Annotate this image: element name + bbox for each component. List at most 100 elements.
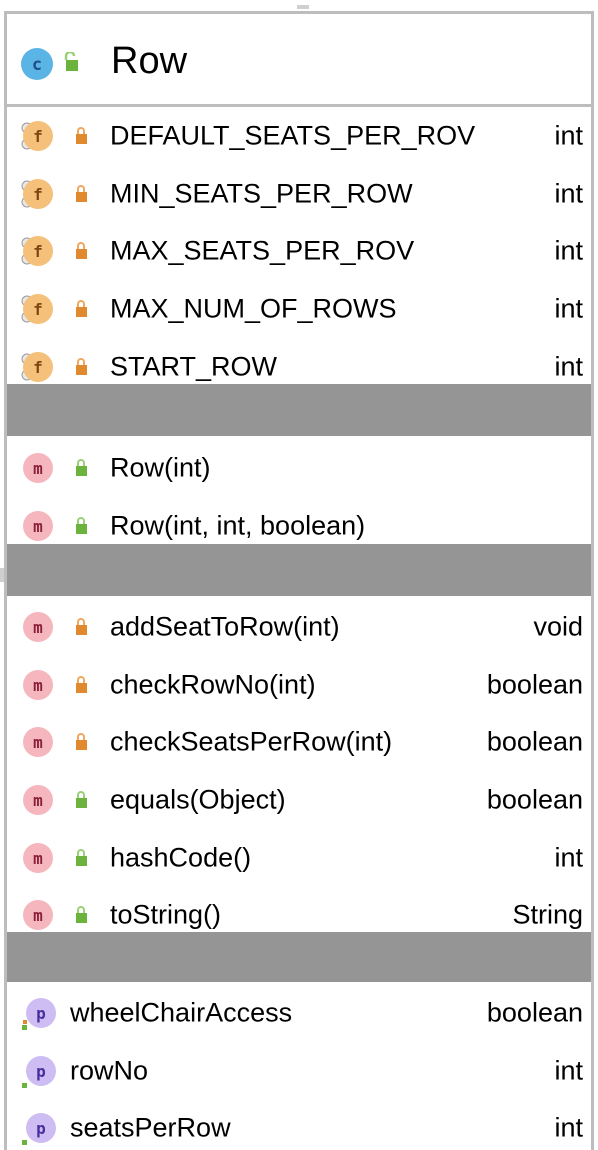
public-visibility-icon — [74, 516, 88, 535]
svg-text:f: f — [33, 242, 43, 261]
private-visibility-icon — [74, 357, 88, 376]
method-icon: m — [18, 509, 54, 543]
svg-text:p: p — [36, 1004, 46, 1023]
public-visibility-icon — [74, 790, 88, 809]
method-icon: m — [18, 783, 54, 817]
private-visibility-icon — [74, 733, 88, 751]
propertie-row[interactable]: p wheelChairAccess boolean — [7, 984, 591, 1042]
svg-text:m: m — [33, 849, 43, 868]
member-type: void — [529, 611, 583, 643]
svg-text:c: c — [32, 55, 42, 75]
member-name: wheelChairAccess — [70, 997, 293, 1028]
method-row[interactable]: m checkSeatsPerRow(int) boolean — [7, 713, 591, 771]
properties-section: p wheelChairAccess boolean p rowNo int p seatsP… — [7, 984, 591, 1150]
svg-text:m: m — [33, 517, 43, 536]
svg-text:m: m — [33, 459, 43, 478]
resize-handle-top[interactable] — [297, 5, 309, 9]
section-separator — [7, 384, 591, 436]
member-type: boolean — [482, 784, 583, 816]
property-icon: p — [21, 1111, 57, 1146]
member-name: checkRowNo(int) — [110, 669, 316, 700]
member-type: int — [550, 293, 583, 325]
member-type: int — [550, 178, 583, 210]
method-icon: m — [18, 725, 54, 759]
member-type: int — [550, 842, 583, 874]
svg-text:p: p — [36, 1119, 46, 1138]
uml-class-box[interactable]: c Row f DEFAULT_SEATS_PER_ROV int f MIN_SEAT… — [4, 11, 594, 1150]
field-row[interactable]: f DEFAULT_SEATS_PER_ROV int — [7, 107, 591, 165]
svg-text:f: f — [33, 358, 43, 377]
field-row[interactable]: f MAX_NUM_OF_ROWS int — [7, 280, 591, 338]
class-icon: c — [20, 47, 54, 86]
member-type: int — [550, 120, 583, 152]
private-visibility-icon — [74, 184, 88, 203]
svg-text:m: m — [33, 906, 43, 925]
member-name: DEFAULT_SEATS_PER_ROV — [110, 120, 476, 151]
private-visibility-icon — [74, 126, 88, 145]
method-icon: m — [18, 610, 54, 644]
svg-text:f: f — [33, 300, 43, 319]
constructor-row[interactable]: m Row(int) — [7, 439, 591, 497]
member-name: equals(Object) — [110, 784, 286, 815]
static-final-field-icon: f — [18, 350, 54, 384]
member-type: int — [550, 351, 583, 383]
fields-section: f DEFAULT_SEATS_PER_ROV int f MIN_SEATS_PER_… — [7, 107, 591, 395]
svg-text:f: f — [33, 127, 43, 146]
member-name: Row(int) — [110, 452, 211, 483]
public-icon — [63, 50, 79, 77]
propertie-row[interactable]: p rowNo int — [7, 1042, 591, 1100]
methods-section: m addSeatToRow(int) void m checkRowNo(int) bo… — [7, 598, 591, 944]
section-separator — [7, 932, 591, 982]
svg-text:m: m — [33, 733, 43, 752]
svg-text:p: p — [36, 1062, 46, 1081]
member-type: int — [550, 1055, 583, 1087]
method-row[interactable]: m addSeatToRow(int) void — [7, 598, 591, 656]
static-final-field-icon: f — [18, 177, 54, 211]
static-final-field-icon: f — [18, 119, 54, 153]
member-name: MIN_SEATS_PER_ROW — [110, 178, 413, 209]
method-icon: m — [18, 898, 54, 932]
member-type: boolean — [482, 669, 583, 701]
constructors-section: m Row(int) m Row(int, int, boolean) — [7, 439, 591, 554]
svg-text:m: m — [33, 676, 43, 695]
member-name: addSeatToRow(int) — [110, 611, 340, 642]
member-type: boolean — [482, 726, 583, 758]
method-row[interactable]: m hashCode() int — [7, 829, 591, 887]
member-type: boolean — [482, 997, 583, 1029]
private-visibility-icon — [74, 617, 88, 636]
member-name: toString() — [110, 899, 222, 930]
member-name: hashCode() — [110, 842, 252, 873]
member-name: START_ROW — [110, 351, 278, 382]
property-icon: p — [21, 1054, 57, 1088]
field-row[interactable]: f MAX_SEATS_PER_ROV int — [7, 222, 591, 280]
private-visibility-icon — [74, 299, 88, 318]
section-separator — [7, 544, 591, 596]
propertie-row[interactable]: p seatsPerRow int — [7, 1099, 591, 1150]
method-icon: m — [18, 451, 54, 485]
member-type: int — [550, 1112, 583, 1144]
private-visibility-icon — [74, 675, 88, 694]
method-row[interactable]: m checkRowNo(int) boolean — [7, 656, 591, 714]
static-final-field-icon: f — [18, 292, 54, 326]
property-icon: p — [21, 996, 57, 1030]
method-icon: m — [18, 668, 54, 702]
svg-text:m: m — [33, 618, 43, 637]
private-visibility-icon — [74, 242, 88, 260]
member-name: MAX_SEATS_PER_ROV — [110, 235, 415, 266]
method-icon: m — [18, 841, 54, 875]
member-type: int — [550, 235, 583, 267]
public-visibility-icon — [74, 848, 88, 867]
field-row[interactable]: f MIN_SEATS_PER_ROW int — [7, 165, 591, 223]
member-name: rowNo — [70, 1055, 149, 1086]
svg-text:m: m — [33, 791, 43, 810]
member-name: MAX_NUM_OF_ROWS — [110, 293, 397, 324]
member-type: String — [508, 899, 583, 931]
member-name: checkSeatsPerRow(int) — [110, 726, 393, 757]
class-name: Row — [111, 40, 188, 82]
public-visibility-icon — [74, 906, 88, 924]
member-name: seatsPerRow — [70, 1112, 231, 1143]
svg-text:f: f — [33, 185, 43, 204]
static-final-field-icon: f — [18, 234, 54, 268]
class-header: c Row — [7, 14, 591, 107]
method-row[interactable]: m equals(Object) boolean — [7, 771, 591, 829]
